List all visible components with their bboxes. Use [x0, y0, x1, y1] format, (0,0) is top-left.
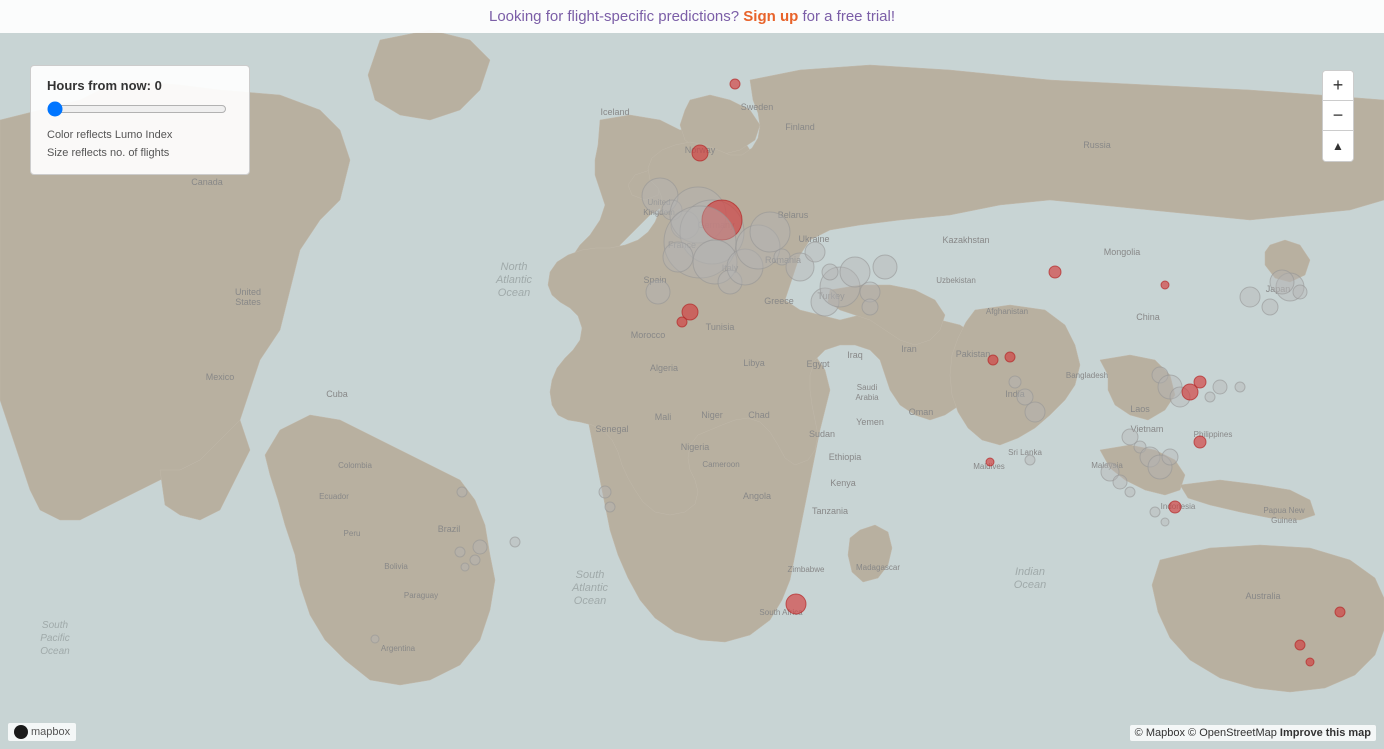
svg-text:States: States	[235, 297, 261, 307]
svg-text:Senegal: Senegal	[595, 424, 628, 434]
svg-text:Ethiopia: Ethiopia	[829, 452, 862, 462]
svg-text:Mongolia: Mongolia	[1104, 247, 1141, 257]
svg-text:Ocean: Ocean	[498, 287, 530, 299]
svg-text:Canada: Canada	[191, 177, 223, 187]
svg-text:Indian: Indian	[1015, 566, 1045, 578]
svg-text:Mali: Mali	[655, 412, 672, 422]
svg-text:Oman: Oman	[909, 407, 934, 417]
mapbox-icon	[14, 725, 28, 739]
legend-size-text: Size reflects no. of flights	[47, 145, 233, 163]
svg-text:Pacific: Pacific	[40, 633, 69, 644]
svg-text:Libya: Libya	[743, 358, 765, 368]
mapbox-logo-text: mapbox	[31, 726, 70, 738]
svg-text:China: China	[1136, 312, 1160, 322]
svg-text:Cuba: Cuba	[326, 389, 348, 399]
svg-text:Ocean: Ocean	[1014, 579, 1046, 591]
svg-text:United: United	[235, 287, 261, 297]
svg-text:South: South	[576, 569, 605, 581]
svg-text:Kazakhstan: Kazakhstan	[942, 235, 989, 245]
svg-text:Zimbabwe: Zimbabwe	[788, 565, 825, 574]
osm-attribution: © OpenStreetMap	[1188, 727, 1277, 739]
svg-text:Kenya: Kenya	[830, 478, 856, 488]
svg-text:Colombia: Colombia	[338, 461, 372, 470]
svg-text:Sudan: Sudan	[809, 429, 835, 439]
svg-text:Saudi: Saudi	[857, 383, 878, 392]
zoom-in-button[interactable]: +	[1323, 71, 1353, 101]
map-container: Iceland Sweden Finland Norway Russia Uni…	[0, 0, 1384, 749]
svg-text:Iran: Iran	[901, 344, 917, 354]
svg-text:Sri Lanka: Sri Lanka	[1008, 448, 1042, 457]
svg-text:Guinea: Guinea	[1271, 516, 1297, 525]
svg-text:South: South	[42, 620, 69, 631]
svg-text:Morocco: Morocco	[631, 330, 666, 340]
svg-text:Niger: Niger	[701, 410, 723, 420]
svg-text:North: North	[501, 261, 528, 273]
banner-suffix: for a free trial!	[802, 8, 895, 25]
svg-text:Brazil: Brazil	[438, 524, 461, 534]
svg-text:Bangladesh: Bangladesh	[1066, 371, 1108, 380]
svg-text:Mexico: Mexico	[206, 372, 235, 382]
mapbox-attribution: © Mapbox	[1135, 727, 1185, 739]
svg-text:Ocean: Ocean	[40, 646, 70, 657]
svg-text:Atlantic: Atlantic	[495, 274, 533, 286]
svg-text:Laos: Laos	[1130, 404, 1150, 414]
svg-text:Peru: Peru	[344, 529, 361, 538]
svg-text:Bolivia: Bolivia	[384, 562, 408, 571]
banner-cta[interactable]: Sign up	[743, 8, 798, 25]
svg-text:Angola: Angola	[743, 491, 771, 501]
time-slider[interactable]	[47, 101, 227, 117]
svg-text:Iceland: Iceland	[600, 107, 629, 117]
mapbox-logo: mapbox	[8, 723, 76, 741]
hours-value: 0	[155, 78, 162, 93]
svg-text:Russia: Russia	[1083, 140, 1111, 150]
svg-text:Argentina: Argentina	[381, 644, 416, 653]
svg-text:Atlantic: Atlantic	[571, 582, 609, 594]
svg-text:Finland: Finland	[785, 122, 815, 132]
zoom-reset-button[interactable]: ▲	[1323, 131, 1353, 161]
svg-text:Australia: Australia	[1245, 591, 1280, 601]
svg-text:Paraguay: Paraguay	[404, 591, 438, 600]
svg-text:Tunisia: Tunisia	[706, 322, 735, 332]
svg-text:Tanzania: Tanzania	[812, 506, 848, 516]
zoom-out-button[interactable]: −	[1323, 101, 1353, 131]
top-banner: Looking for flight-specific predictions?…	[0, 0, 1384, 33]
svg-text:Afghanistan: Afghanistan	[986, 307, 1028, 316]
svg-text:Papua New: Papua New	[1263, 506, 1305, 515]
hours-label: Hours from now: 0	[47, 78, 233, 93]
legend-color-text: Color reflects Lumo Index	[47, 127, 233, 145]
svg-text:Egypt: Egypt	[806, 359, 830, 369]
control-panel: Hours from now: 0 Color reflects Lumo In…	[30, 65, 250, 175]
banner-prefix: Looking for flight-specific predictions?	[489, 8, 739, 25]
svg-text:Sweden: Sweden	[741, 102, 774, 112]
svg-text:Uzbekistan: Uzbekistan	[936, 276, 976, 285]
svg-text:Pakistan: Pakistan	[956, 349, 991, 359]
svg-text:Ocean: Ocean	[574, 595, 606, 607]
svg-text:Yemen: Yemen	[856, 417, 884, 427]
svg-text:Chad: Chad	[748, 410, 770, 420]
svg-text:Madagascar: Madagascar	[856, 563, 900, 572]
zoom-controls: + − ▲	[1322, 70, 1354, 162]
map-attribution: © Mapbox © OpenStreetMap Improve this ma…	[1130, 725, 1376, 741]
svg-text:Iraq: Iraq	[847, 350, 863, 360]
svg-text:Cameroon: Cameroon	[702, 460, 739, 469]
improve-map-link[interactable]: Improve this map	[1280, 727, 1371, 739]
svg-text:Nigeria: Nigeria	[681, 442, 710, 452]
svg-text:Algeria: Algeria	[650, 363, 678, 373]
svg-text:Arabia: Arabia	[855, 393, 879, 402]
svg-text:Ecuador: Ecuador	[319, 492, 349, 501]
svg-text:Greece: Greece	[764, 296, 794, 306]
